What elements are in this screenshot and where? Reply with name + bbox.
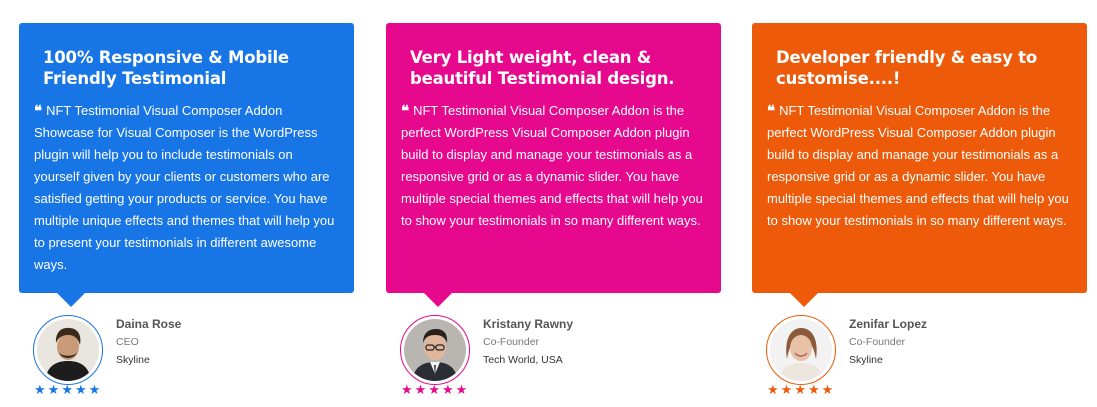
testimonial-author-3: Zenifar Lopez Co-Founder Skyline ★ ★ ★ ★… xyxy=(752,310,1052,405)
star-icon: ★ xyxy=(780,383,793,398)
star-icon: ★ xyxy=(47,383,60,398)
star-icon: ★ xyxy=(401,383,413,398)
author-company: Skyline xyxy=(849,354,883,366)
testimonial-text: ❝ NFT Testimonial Visual Composer Addon S… xyxy=(34,102,335,272)
avatar-photo xyxy=(404,319,466,381)
testimonial-card-1: 100% Responsive & Mobile Friendly Testim… xyxy=(19,23,354,307)
star-icon: ★ xyxy=(428,383,440,398)
star-rating: ★ ★ ★ ★ ★ xyxy=(34,384,100,397)
card-title: Very Light weight, clean & beautiful Tes… xyxy=(410,48,675,88)
quote-left-icon: ❝ xyxy=(767,102,776,120)
testimonial-text: ❝ NFT Testimonial Visual Composer Addon i… xyxy=(401,102,703,228)
star-icon: ★ xyxy=(88,383,101,398)
author-name: Zenifar Lopez xyxy=(849,317,928,331)
star-rating: ★ ★ ★ ★ ★ xyxy=(401,384,467,397)
avatar xyxy=(33,315,103,385)
star-icon: ★ xyxy=(821,383,834,398)
author-name: Daina Rose xyxy=(116,317,182,331)
star-icon: ★ xyxy=(807,383,820,398)
star-icon: ★ xyxy=(34,383,46,398)
quote-left-icon: ❝ xyxy=(401,102,410,120)
avatar-photo xyxy=(770,319,832,381)
card-title: Developer friendly & easy to customise..… xyxy=(776,48,1037,88)
testimonial-author-1: Daina Rose CEO Skyline ★ ★ ★ ★ ★ xyxy=(19,310,319,405)
author-role: CEO xyxy=(116,336,139,348)
star-icon: ★ xyxy=(61,383,73,398)
testimonial-text: ❝ NFT Testimonial Visual Composer Addon i… xyxy=(767,102,1069,228)
star-icon: ★ xyxy=(794,383,806,398)
author-company: Tech World, USA xyxy=(483,354,563,366)
author-role: Co-Founder xyxy=(483,336,540,348)
testimonial-author-2: Kristany Rawny Co-Founder Tech World, US… xyxy=(386,310,686,405)
avatar xyxy=(400,315,470,385)
star-icon: ★ xyxy=(74,383,87,398)
testimonial-card-3: Developer friendly & easy to customise..… xyxy=(752,23,1087,307)
star-icon: ★ xyxy=(455,383,468,398)
star-icon: ★ xyxy=(767,383,779,398)
star-icon: ★ xyxy=(441,383,454,398)
card-title: 100% Responsive & Mobile Friendly Testim… xyxy=(43,48,289,88)
quote-left-icon: ❝ xyxy=(34,102,43,120)
avatar-photo xyxy=(37,319,99,381)
author-role: Co-Founder xyxy=(849,336,906,348)
testimonial-card-2: Very Light weight, clean & beautiful Tes… xyxy=(386,23,721,307)
avatar xyxy=(766,315,836,385)
author-name: Kristany Rawny xyxy=(483,317,574,331)
star-icon: ★ xyxy=(414,383,427,398)
star-rating: ★ ★ ★ ★ ★ xyxy=(767,384,833,397)
author-company: Skyline xyxy=(116,354,150,366)
